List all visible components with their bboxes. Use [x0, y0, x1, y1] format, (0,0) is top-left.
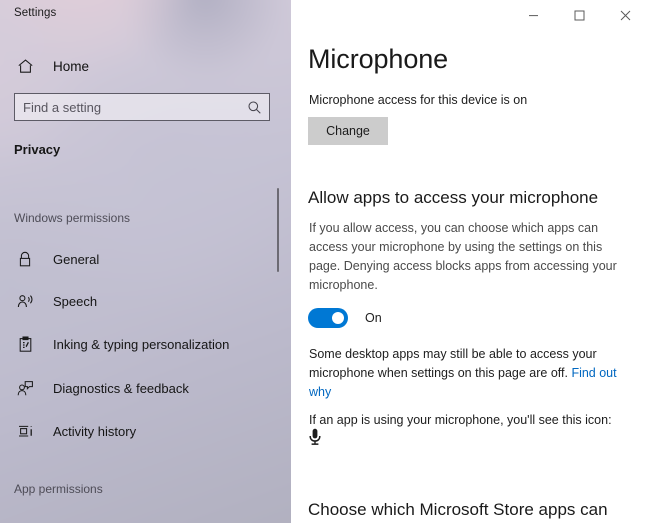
maximize-icon[interactable]: [556, 0, 602, 31]
search-box[interactable]: [14, 93, 270, 121]
allow-apps-toggle-row[interactable]: On: [308, 308, 382, 328]
sidebar-group-app-permissions: App permissions: [14, 482, 103, 496]
window-title: Settings: [14, 7, 57, 19]
sidebar-item-activity-history[interactable]: Activity history: [12, 418, 277, 444]
sidebar-item-speech[interactable]: Speech: [12, 288, 277, 314]
minimize-icon[interactable]: [510, 0, 556, 31]
activity-history-icon: [12, 423, 38, 440]
device-access-status: Microphone access for this device is on: [309, 93, 528, 107]
sidebar-item-diagnostics-feedback[interactable]: Diagnostics & feedback: [12, 375, 277, 401]
sidebar-item-activity-history-label: Activity history: [53, 423, 137, 439]
icon-note-text: If an app is using your microphone, you'…: [309, 413, 612, 427]
desktop-apps-note-text: Some desktop apps may still be able to a…: [309, 347, 597, 380]
search-icon[interactable]: [241, 100, 269, 115]
close-icon[interactable]: [602, 0, 648, 31]
allow-apps-toggle[interactable]: [308, 308, 348, 328]
content-pane: Microphone Microphone access for this de…: [291, 0, 648, 523]
allow-apps-description: If you allow access, you can choose whic…: [309, 221, 617, 292]
sidebar-item-general-label: General: [53, 251, 100, 267]
clipboard-pen-icon: [12, 335, 38, 353]
sidebar-item-home-label: Home: [53, 58, 90, 74]
search-input[interactable]: [15, 99, 241, 115]
sidebar-item-inking-typing-label: Inking & typing personalization: [53, 336, 230, 352]
sidebar-item-diagnostics-feedback-label: Diagnostics & feedback: [53, 380, 189, 396]
desktop-apps-note: Some desktop apps may still be able to a…: [309, 345, 633, 402]
sidebar-item-speech-label: Speech: [53, 293, 98, 309]
person-speech-icon: [12, 293, 38, 310]
page-title: Microphone: [308, 44, 449, 74]
person-feedback-icon: [12, 380, 38, 397]
microphone-icon: [308, 428, 322, 451]
sidebar-item-inking-typing[interactable]: Inking & typing personalization: [12, 331, 277, 357]
sidebar: Settings Home Find a setting Privacy Win…: [0, 0, 291, 523]
sidebar-category-title: Privacy: [14, 142, 61, 157]
lock-icon: [12, 251, 38, 268]
sidebar-item-general[interactable]: General: [12, 246, 277, 272]
window-controls: [510, 0, 648, 31]
change-button[interactable]: Change: [308, 117, 388, 145]
allow-apps-heading: Allow apps to access your microphone: [308, 188, 599, 207]
home-icon: [12, 58, 38, 75]
sidebar-scrollbar-thumb[interactable]: [277, 188, 279, 272]
allow-apps-toggle-label: On: [365, 311, 382, 325]
settings-window: Settings Home Find a setting Privacy Win…: [0, 0, 648, 523]
toggle-knob: [332, 312, 344, 324]
sidebar-group-windows-permissions: Windows permissions: [14, 211, 131, 225]
sidebar-item-home[interactable]: Home: [12, 54, 89, 78]
choose-apps-heading: Choose which Microsoft Store apps can: [308, 500, 608, 519]
